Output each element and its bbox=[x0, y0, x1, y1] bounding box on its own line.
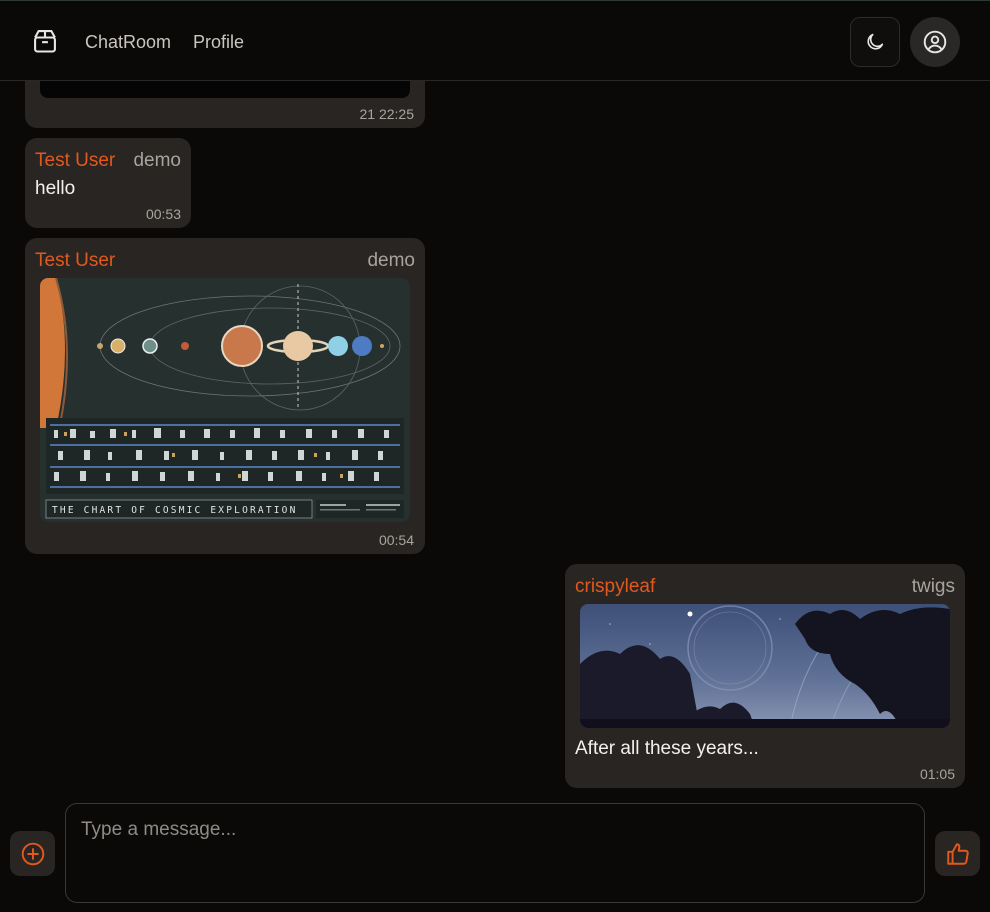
message-time: 01:05 bbox=[919, 766, 955, 782]
chart-image-caption: THE CHART OF COSMIC EXPLORATION bbox=[52, 505, 298, 516]
message-handle: demo bbox=[133, 150, 181, 171]
message-handle: twigs bbox=[911, 576, 955, 597]
message-image[interactable]: THE CHART OF COSMIC EXPLORATION bbox=[40, 278, 410, 522]
message-sender: crispyleaf bbox=[575, 576, 656, 597]
message-time: 00:53 bbox=[145, 206, 181, 222]
message-sender: Test User bbox=[35, 250, 116, 271]
message-bubble: crispyleaf twigs After all these years..… bbox=[565, 564, 965, 788]
message-bubble: Test User demo hello 00:53 bbox=[25, 138, 191, 228]
plus-circle-icon bbox=[21, 842, 44, 865]
like-button[interactable] bbox=[935, 831, 980, 876]
theme-toggle-button[interactable] bbox=[850, 17, 900, 67]
message-text: After all these years... bbox=[575, 738, 759, 759]
add-attachment-button[interactable] bbox=[10, 831, 55, 876]
message-time: 21 22:25 bbox=[359, 106, 415, 122]
user-circle-icon bbox=[923, 30, 947, 54]
message-input[interactable] bbox=[65, 803, 925, 903]
message-text: hello bbox=[35, 178, 76, 199]
app-header: ChatRoom Profile bbox=[0, 0, 990, 81]
message-bubble: Test User demo THE CHART OF COSMIC EXPLO… bbox=[25, 238, 425, 554]
message-time: 00:54 bbox=[378, 532, 414, 548]
moon-icon bbox=[867, 33, 884, 50]
message-sender: Test User bbox=[35, 150, 116, 171]
message-handle: demo bbox=[367, 250, 415, 271]
nav-chatroom-link[interactable]: ChatRoom bbox=[85, 32, 171, 53]
thumbs-up-icon bbox=[946, 842, 969, 865]
message-image[interactable] bbox=[580, 604, 950, 728]
nav-profile-link[interactable]: Profile bbox=[193, 32, 244, 53]
user-menu-button[interactable] bbox=[910, 17, 960, 67]
package-box-icon[interactable] bbox=[30, 26, 60, 56]
